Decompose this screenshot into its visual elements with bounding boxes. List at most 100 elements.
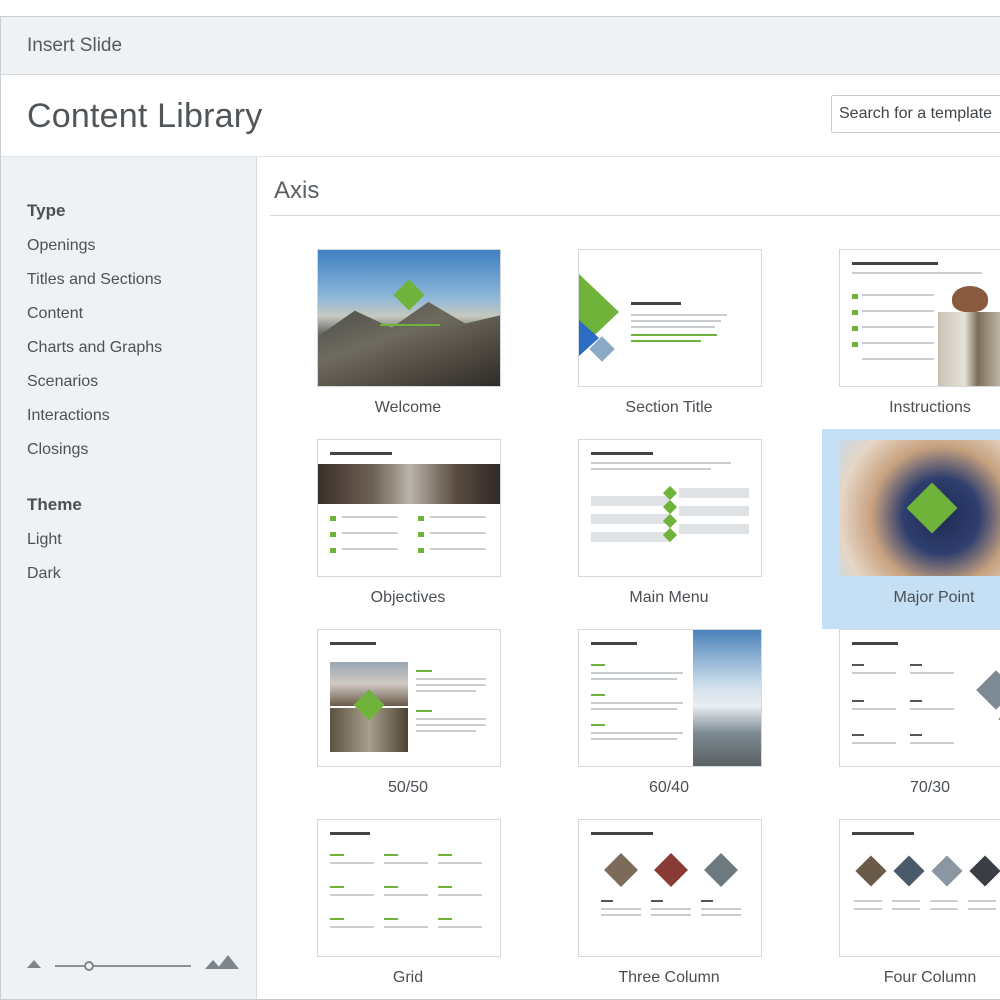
text-line bbox=[862, 310, 934, 312]
template-tile-objectives[interactable]: Objectives bbox=[313, 435, 503, 625]
green-bullet bbox=[330, 532, 336, 537]
text-line bbox=[852, 672, 896, 674]
title-bar: Insert Slide bbox=[1, 17, 1000, 75]
template-tile-section-title[interactable]: Section Title bbox=[574, 245, 764, 435]
sidebar-item-titles-and-sections[interactable]: Titles and Sections bbox=[27, 271, 162, 289]
template-tile-main-menu[interactable]: Main Menu bbox=[574, 435, 764, 625]
green-bullet bbox=[852, 342, 858, 347]
street-photo bbox=[318, 464, 500, 504]
text-line bbox=[430, 516, 486, 518]
template-label: 50/50 bbox=[387, 779, 429, 796]
zoom-track[interactable] bbox=[55, 965, 191, 967]
sidebar-item-openings[interactable]: Openings bbox=[27, 237, 96, 255]
text-line bbox=[854, 900, 882, 902]
welcome-thumbnail bbox=[317, 249, 501, 387]
sidebar-item-closings[interactable]: Closings bbox=[27, 441, 88, 459]
green-text-line bbox=[438, 886, 452, 888]
green-text-line bbox=[591, 664, 605, 666]
green-text-line bbox=[384, 886, 398, 888]
green-bullet bbox=[852, 294, 858, 299]
window-title: Insert Slide bbox=[27, 35, 123, 56]
text-line bbox=[591, 708, 677, 710]
green-bullet bbox=[418, 548, 424, 553]
sidebar-item-light[interactable]: Light bbox=[27, 531, 62, 549]
text-line bbox=[438, 926, 482, 928]
template-tile-60-40[interactable]: 60/40 bbox=[574, 625, 764, 815]
template-tile-50-50[interactable]: 50/50 bbox=[313, 625, 503, 815]
person-head bbox=[952, 286, 988, 312]
template-tile-welcome[interactable]: Welcome bbox=[313, 245, 503, 435]
section-title-thumbnail bbox=[578, 249, 762, 387]
text-line bbox=[862, 358, 934, 360]
template-tile-major-point[interactable]: Major Point bbox=[822, 429, 1000, 629]
text-line bbox=[631, 314, 727, 316]
sidebar-item-charts-and-graphs[interactable]: Charts and Graphs bbox=[27, 339, 162, 357]
menu-bar bbox=[591, 532, 669, 542]
photo-diamond bbox=[704, 853, 738, 887]
label-line bbox=[910, 700, 922, 702]
zoom-out-icon[interactable] bbox=[27, 960, 41, 968]
label-line bbox=[852, 700, 864, 702]
sidebar-item-dark[interactable]: Dark bbox=[27, 565, 61, 583]
zoom-slider[interactable] bbox=[27, 955, 239, 973]
template-tile-grid[interactable]: Grid bbox=[313, 815, 503, 999]
text-line bbox=[591, 678, 677, 680]
heading-line bbox=[591, 642, 637, 645]
menu-bar bbox=[591, 496, 669, 506]
green-bullet bbox=[330, 516, 336, 521]
green-text-line bbox=[438, 854, 452, 856]
instructions-thumbnail bbox=[839, 249, 1000, 387]
green-text-line bbox=[384, 854, 398, 856]
text-line bbox=[601, 914, 641, 916]
label-line bbox=[910, 734, 922, 736]
template-label: Objectives bbox=[370, 589, 446, 606]
text-line bbox=[430, 548, 486, 550]
text-line bbox=[930, 900, 958, 902]
zoom-handle[interactable] bbox=[84, 961, 94, 971]
major-point-thumbnail bbox=[839, 439, 1000, 577]
sidebar-item-interactions[interactable]: Interactions bbox=[27, 407, 110, 425]
menu-bar bbox=[591, 514, 669, 524]
green-text-line bbox=[416, 710, 432, 712]
text-line bbox=[330, 862, 374, 864]
text-line bbox=[591, 732, 683, 734]
template-label: Main Menu bbox=[629, 589, 709, 606]
template-tile-four-column[interactable]: Four Column bbox=[835, 815, 1000, 999]
page-title: Content Library bbox=[27, 97, 263, 135]
label-line bbox=[910, 664, 922, 666]
sidebar-item-scenarios[interactable]: Scenarios bbox=[27, 373, 98, 391]
text-line bbox=[330, 926, 374, 928]
photo-diamond bbox=[931, 855, 963, 887]
search-input[interactable] bbox=[831, 95, 1000, 133]
text-line bbox=[591, 468, 711, 470]
template-tile-three-column[interactable]: Three Column bbox=[574, 815, 764, 999]
heading-line bbox=[330, 832, 370, 835]
template-tile-instructions[interactable]: Instructions bbox=[835, 245, 1000, 435]
heading-line bbox=[852, 642, 898, 645]
green-text-line bbox=[591, 694, 605, 696]
theme-heading: Theme bbox=[27, 495, 82, 514]
green-bullet bbox=[852, 310, 858, 315]
template-label: Major Point bbox=[893, 589, 975, 606]
zoom-in-icon-large[interactable] bbox=[217, 955, 239, 969]
text-line bbox=[601, 908, 641, 910]
text-line bbox=[631, 320, 721, 322]
heading-line bbox=[591, 452, 653, 455]
text-line bbox=[910, 708, 954, 710]
template-tile-70-30[interactable]: 70/30 bbox=[835, 625, 1000, 815]
text-line bbox=[591, 738, 677, 740]
text-line bbox=[968, 900, 996, 902]
label-line bbox=[852, 734, 864, 736]
welcome-caption-line bbox=[380, 324, 440, 326]
template-label: Instructions bbox=[889, 399, 971, 416]
template-label: Grid bbox=[392, 969, 424, 986]
sidebar-item-content[interactable]: Content bbox=[27, 305, 83, 323]
text-line bbox=[438, 894, 482, 896]
sidebar: Type Openings Titles and Sections Conten… bbox=[1, 157, 257, 999]
photo-diamond bbox=[604, 853, 638, 887]
text-line bbox=[416, 718, 486, 720]
template-label: Four Column bbox=[883, 969, 977, 986]
menu-bar bbox=[679, 524, 749, 534]
text-line bbox=[910, 672, 954, 674]
text-line bbox=[862, 326, 934, 328]
